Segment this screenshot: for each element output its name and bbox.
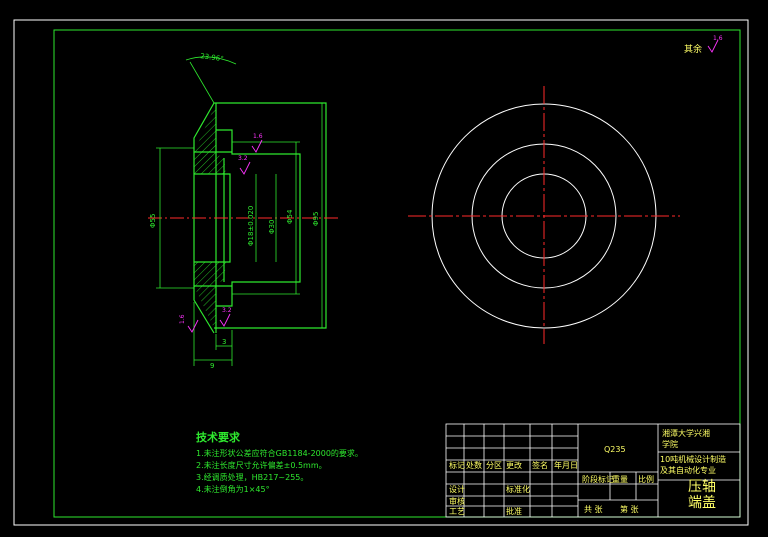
project-line-2: 及其自动化专业 bbox=[660, 466, 716, 475]
dia-55-dim: Φ55 bbox=[149, 214, 157, 228]
tb-sheet-no: 第 张 bbox=[620, 505, 639, 514]
tb-zone: 分区 bbox=[486, 461, 502, 470]
cad-drawing-sheet: 23.96° Φ55 Φ95 Φ54 Φ30 Φ18±0.020 9 3 1.6… bbox=[13, 19, 749, 526]
section-view: 23.96° Φ55 Φ95 Φ54 Φ30 Φ18±0.020 9 3 1.6… bbox=[148, 35, 723, 370]
tb-approve: 批准 bbox=[506, 507, 522, 516]
outer-frame bbox=[13, 19, 749, 526]
tb-sign: 签名 bbox=[532, 461, 548, 470]
school-line-2: 学院 bbox=[662, 440, 678, 449]
angle-dim: 23.96° bbox=[200, 52, 224, 63]
roughness-default-value: 1.6 bbox=[713, 35, 723, 42]
dia-18-dim: Φ18±0.020 bbox=[247, 206, 255, 246]
lower-hatch bbox=[194, 262, 226, 328]
tech-note-3: 3.经调质处理，HB217~255。 bbox=[196, 473, 309, 482]
tech-requirements-title: 技术要求 bbox=[196, 431, 240, 444]
project-line-1: 10吨机械设计制造 bbox=[660, 455, 727, 464]
upper-hatch bbox=[194, 108, 226, 174]
dia-54-dim: Φ54 bbox=[286, 209, 294, 224]
tb-check: 审核 bbox=[449, 497, 465, 506]
tb-designer: 设计 bbox=[449, 485, 465, 494]
tb-scale: 比例 bbox=[638, 475, 654, 484]
groove-dim: 3 bbox=[222, 338, 226, 346]
dia-30-dim: Φ30 bbox=[268, 220, 276, 234]
roughness-default-label: 其余 bbox=[684, 43, 702, 55]
part-name-line-2: 端盖 bbox=[688, 495, 716, 511]
tb-date: 年月日 bbox=[554, 461, 578, 470]
tech-note-2: 2.未注长度尺寸允许偏差±0.5mm。 bbox=[196, 461, 327, 470]
tech-note-1: 1.未注形状公差应符合GB1184-2000的要求。 bbox=[196, 449, 363, 458]
inner-frame bbox=[53, 29, 741, 518]
tb-change: 更改 bbox=[506, 461, 522, 470]
tb-process: 工艺 bbox=[449, 507, 465, 516]
tb-weight: 重量 bbox=[612, 475, 628, 484]
tb-sheet-total: 共 张 bbox=[584, 505, 603, 514]
material-label: Q235 bbox=[604, 445, 626, 454]
tech-note-4: 4.未注倒角为1×45° bbox=[196, 485, 270, 494]
part-name-line-1: 压轴 bbox=[688, 479, 716, 495]
school-line-1: 湘潭大学兴湘 bbox=[662, 429, 710, 438]
end-view bbox=[408, 86, 680, 344]
dia-95-dim: Φ95 bbox=[312, 212, 320, 226]
roughness-left-bottom: 1.6 bbox=[179, 314, 186, 324]
tb-standardize: 标准化 bbox=[506, 485, 530, 494]
tb-count: 处数 bbox=[466, 461, 482, 470]
tb-mark: 标记 bbox=[449, 461, 465, 470]
width-dim: 9 bbox=[210, 362, 214, 370]
roughness-bore: 3.2 bbox=[238, 155, 248, 162]
roughness-bore-face: 1.6 bbox=[253, 133, 263, 140]
tb-stage: 阶段标记 bbox=[582, 475, 614, 484]
roughness-right-bottom: 3.2 bbox=[222, 307, 232, 314]
